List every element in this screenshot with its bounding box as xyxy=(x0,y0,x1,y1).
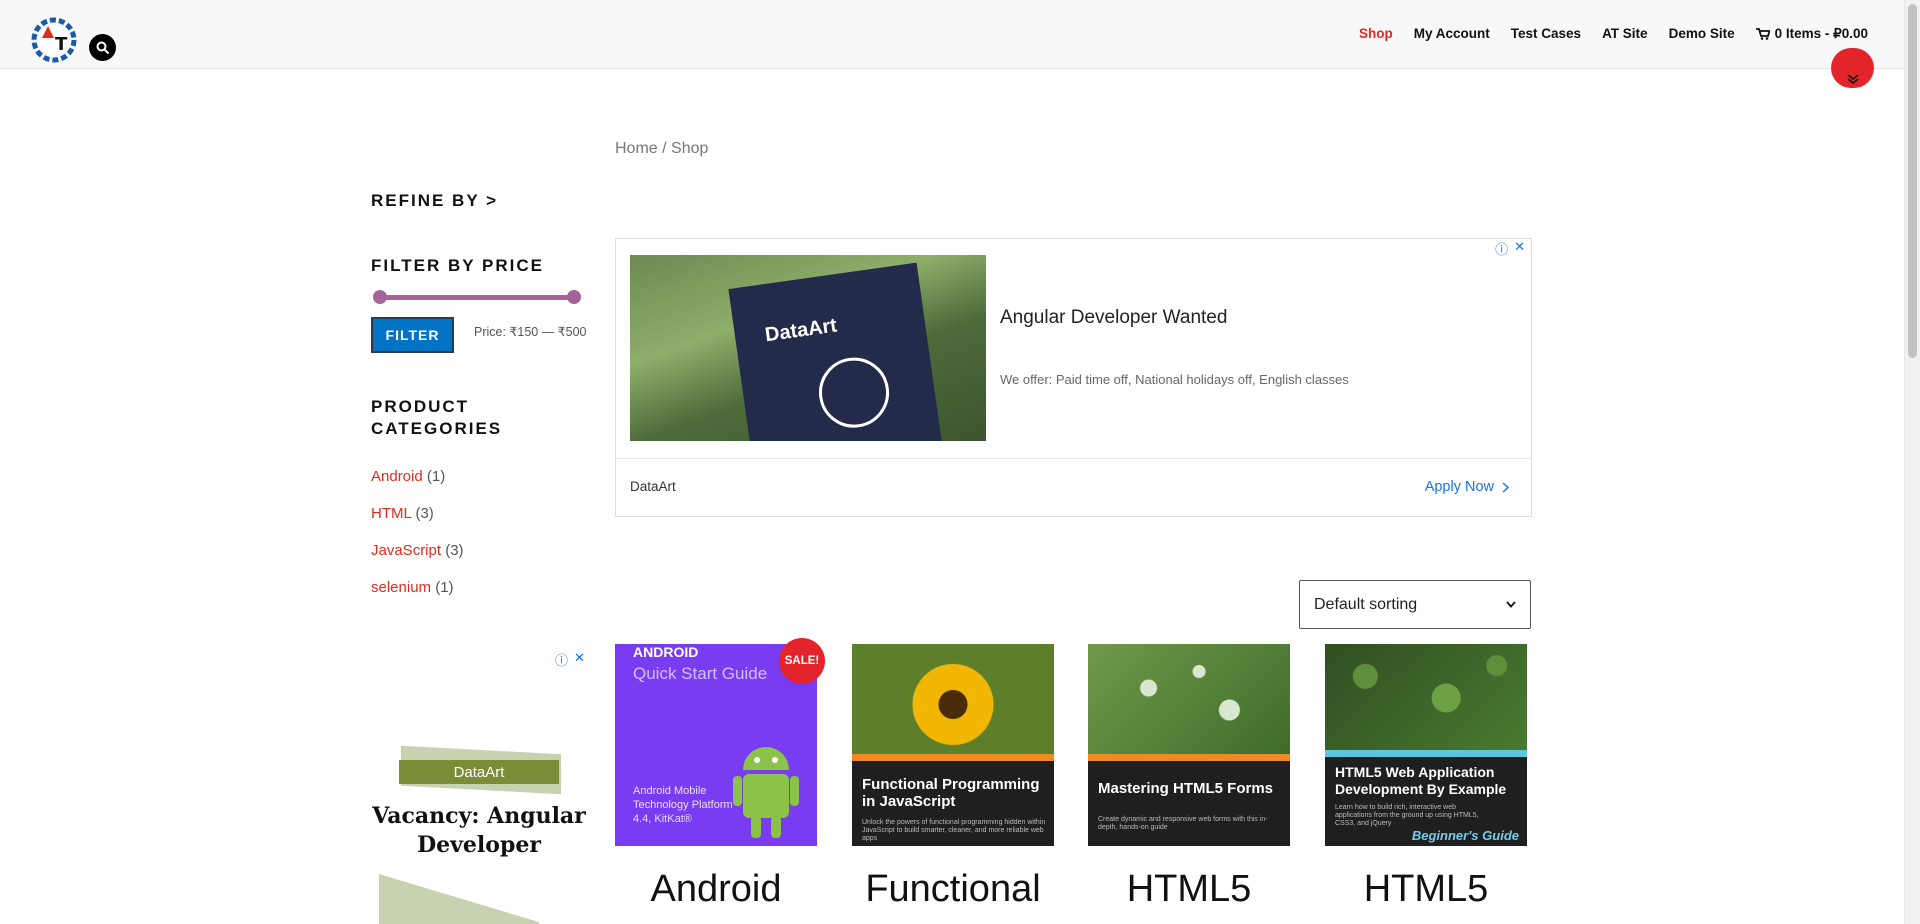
product-image[interactable]: Functional Programming in JavaScript Unl… xyxy=(852,644,1054,846)
list-item: JavaScript (3) xyxy=(371,541,464,578)
sale-badge: SALE! xyxy=(779,638,825,684)
nav-shop[interactable]: Shop xyxy=(1359,26,1393,42)
category-count: (1) xyxy=(435,579,454,596)
cover-text: ANDROID xyxy=(633,644,699,660)
chevron-down-icon xyxy=(1847,74,1858,84)
logo-icon[interactable]: T xyxy=(28,14,80,66)
sidebar-ad[interactable]: ⓘ ✕ DataArt Vacancy: Angular Developer xyxy=(371,648,587,924)
ad-controls: ⓘ ✕ xyxy=(1495,239,1525,258)
ad-controls: ⓘ ✕ xyxy=(555,650,585,669)
product-card-functional[interactable]: Functional Programming in JavaScript Unl… xyxy=(852,644,1054,911)
cover-text: Mastering HTML5 Forms xyxy=(1098,780,1274,797)
cover-text: Learn how to build rich, interactive web… xyxy=(1335,804,1479,827)
sorting-selected: Default sorting xyxy=(1314,595,1418,613)
search-icon xyxy=(96,41,109,54)
ad-image[interactable]: DataArt xyxy=(630,255,986,441)
list-item: HTML (3) xyxy=(371,504,464,541)
product-title[interactable]: Functional xyxy=(852,868,1054,911)
main-ad[interactable]: ⓘ ✕ DataArt Angular Developer Wanted We … xyxy=(615,238,1532,517)
ad-brand-badge: DataArt xyxy=(399,760,559,784)
cover-text: Functional Programming in JavaScript xyxy=(862,776,1040,810)
chevron-right-icon xyxy=(1502,481,1509,493)
apply-now-label: Apply Now xyxy=(1424,479,1494,495)
product-card-html5-forms[interactable]: Mastering HTML5 Forms Create dynamic and… xyxy=(1088,644,1290,911)
android-robot-icon xyxy=(733,747,799,838)
cover-text: Beginner's Guide xyxy=(1411,828,1519,843)
cover-text: Unlock the powers of functional programm… xyxy=(862,819,1046,842)
product-title[interactable]: HTML5 xyxy=(1325,868,1527,911)
close-icon[interactable]: ✕ xyxy=(1514,239,1525,258)
category-link-selenium[interactable]: selenium xyxy=(371,579,431,596)
product-title[interactable]: HTML5 xyxy=(1088,868,1290,911)
leaves-photo xyxy=(1325,644,1527,752)
price-range-text: Price: ₹150 — ₹500 xyxy=(474,325,587,339)
product-card-android[interactable]: ANDROID Quick Start Guide Android Mobile… xyxy=(615,644,817,911)
product-image[interactable]: Mastering HTML5 Forms Create dynamic and… xyxy=(1088,644,1290,846)
ad-image-logo: DataArt xyxy=(763,314,839,347)
cover-text: Quick Start Guide xyxy=(633,664,768,683)
ad-brand: DataArt xyxy=(630,479,676,494)
chevron-down-icon xyxy=(1506,601,1516,608)
info-icon[interactable]: ⓘ xyxy=(555,650,568,669)
main-nav: Shop My Account Test Cases AT Site Demo … xyxy=(1359,26,1868,42)
cover-text: Android Mobile Technology Platform 4.4, … xyxy=(633,785,733,825)
cover-stripe xyxy=(1325,750,1527,757)
category-link-android[interactable]: Android xyxy=(371,468,423,485)
cart-label: 0 Items - ₽0.00 xyxy=(1774,26,1868,41)
product-card-html5-web-app[interactable]: HTML5 Web Application Development By Exa… xyxy=(1325,644,1527,911)
site-header: T Shop My Account Test Cases AT Site Dem… xyxy=(0,0,1904,69)
nav-cart[interactable]: 0 Items - ₽0.00 xyxy=(1755,26,1868,42)
category-list: Android (1) HTML (3) JavaScript (3) sele… xyxy=(371,467,464,615)
ad-title: Vacancy: Angular Developer xyxy=(372,803,586,858)
filter-by-price-title: FILTER BY PRICE xyxy=(371,256,544,275)
cover-text: HTML5 Web Application Development By Exa… xyxy=(1335,764,1507,797)
waterdrop-photo xyxy=(1088,644,1290,754)
close-icon[interactable]: ✕ xyxy=(574,650,585,669)
list-item: selenium (1) xyxy=(371,578,464,615)
product-title[interactable]: Android xyxy=(615,868,817,911)
filter-button[interactable]: FILTER xyxy=(371,317,454,353)
breadcrumb: Home / Shop xyxy=(615,140,709,157)
scroll-toggle-button[interactable] xyxy=(1831,48,1874,88)
nav-demo-site[interactable]: Demo Site xyxy=(1669,26,1735,42)
sorting-select[interactable]: Default sorting xyxy=(1299,580,1531,629)
product-image[interactable]: HTML5 Web Application Development By Exa… xyxy=(1325,644,1527,846)
price-slider-min-handle[interactable] xyxy=(373,290,387,304)
search-button[interactable] xyxy=(89,34,116,61)
category-count: (1) xyxy=(426,468,446,485)
cart-icon xyxy=(1755,28,1770,40)
refine-by-title[interactable]: REFINE BY > xyxy=(371,190,498,212)
ad-image-chair: DataArt xyxy=(728,262,942,441)
product-categories-title: PRODUCT CATEGORIES xyxy=(371,397,503,438)
nav-at-site[interactable]: AT Site xyxy=(1602,26,1648,42)
cover-text: Create dynamic and responsive web forms … xyxy=(1098,816,1268,831)
vertical-scrollbar[interactable] xyxy=(1904,0,1920,924)
category-link-javascript[interactable]: JavaScript xyxy=(371,542,441,559)
category-count: (3) xyxy=(415,505,434,522)
sunflower-photo xyxy=(852,644,1054,754)
category-count: (3) xyxy=(445,542,464,559)
ad-decoration xyxy=(379,874,539,924)
apply-now-button[interactable]: Apply Now xyxy=(1425,479,1509,495)
price-slider[interactable] xyxy=(373,290,581,304)
list-item: Android (1) xyxy=(371,467,464,504)
cover-stripe xyxy=(852,754,1054,761)
astronaut-icon xyxy=(814,353,894,433)
category-link-html[interactable]: HTML xyxy=(371,505,411,522)
cover-stripe xyxy=(1088,754,1290,761)
scrollbar-thumb[interactable] xyxy=(1908,4,1917,358)
ad-headline[interactable]: Angular Developer Wanted xyxy=(1000,307,1227,329)
price-slider-track xyxy=(378,295,576,300)
svg-text:T: T xyxy=(55,34,68,55)
divider xyxy=(616,458,1531,459)
price-slider-max-handle[interactable] xyxy=(567,290,581,304)
nav-my-account[interactable]: My Account xyxy=(1414,26,1490,42)
ad-description: We offer: Paid time off, National holida… xyxy=(1000,372,1349,387)
nav-test-cases[interactable]: Test Cases xyxy=(1511,26,1581,42)
info-icon[interactable]: ⓘ xyxy=(1495,239,1508,258)
